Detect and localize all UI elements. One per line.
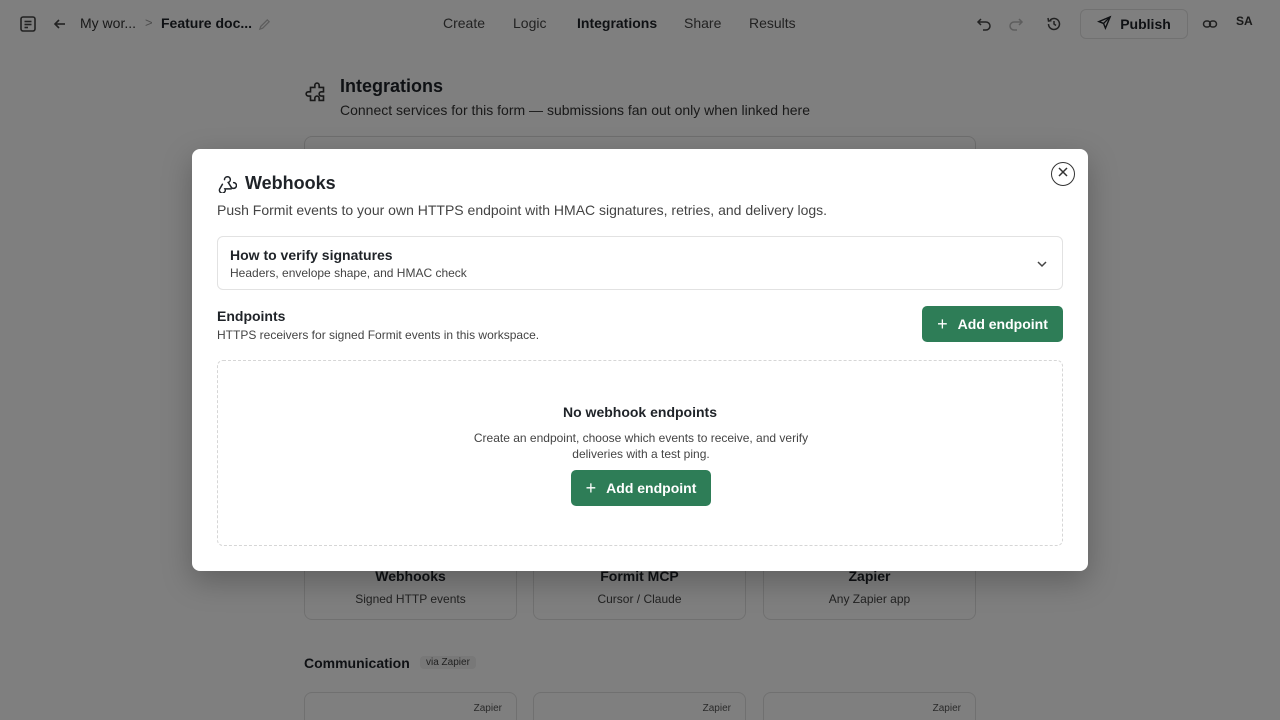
chevron-down-icon [1034, 256, 1050, 272]
empty-add-endpoint-button[interactable]: + Add endpoint [571, 470, 711, 506]
close-icon [1057, 165, 1069, 183]
plus-icon: + [585, 478, 597, 498]
dialog-description: Push Formit events to your own HTTPS end… [217, 202, 828, 218]
accordion-subtitle: Headers, envelope shape, and HMAC check [230, 266, 467, 280]
close-button[interactable] [1051, 162, 1075, 186]
add-endpoint-button[interactable]: + Add endpoint [922, 306, 1063, 342]
add-endpoint-label: Add endpoint [606, 480, 697, 496]
webhooks-dialog: Webhooks Push Formit events to your own … [192, 149, 1088, 571]
add-endpoint-label: Add endpoint [957, 316, 1048, 332]
accordion-title: How to verify signatures [230, 247, 393, 263]
endpoints-title: Endpoints [217, 308, 286, 324]
plus-icon: + [937, 314, 948, 334]
endpoints-subtitle: HTTPS receivers for signed Formit events… [217, 328, 540, 342]
verify-signatures-accordion[interactable]: How to verify signatures Headers, envelo… [217, 236, 1063, 290]
empty-state-title: No webhook endpoints [563, 404, 717, 420]
dialog-title: Webhooks [245, 173, 336, 193]
empty-state-description: Create an endpoint, choose which events … [473, 431, 809, 461]
empty-state: No webhook endpoints Create an endpoint,… [217, 360, 1063, 546]
webhook-icon [217, 173, 238, 194]
